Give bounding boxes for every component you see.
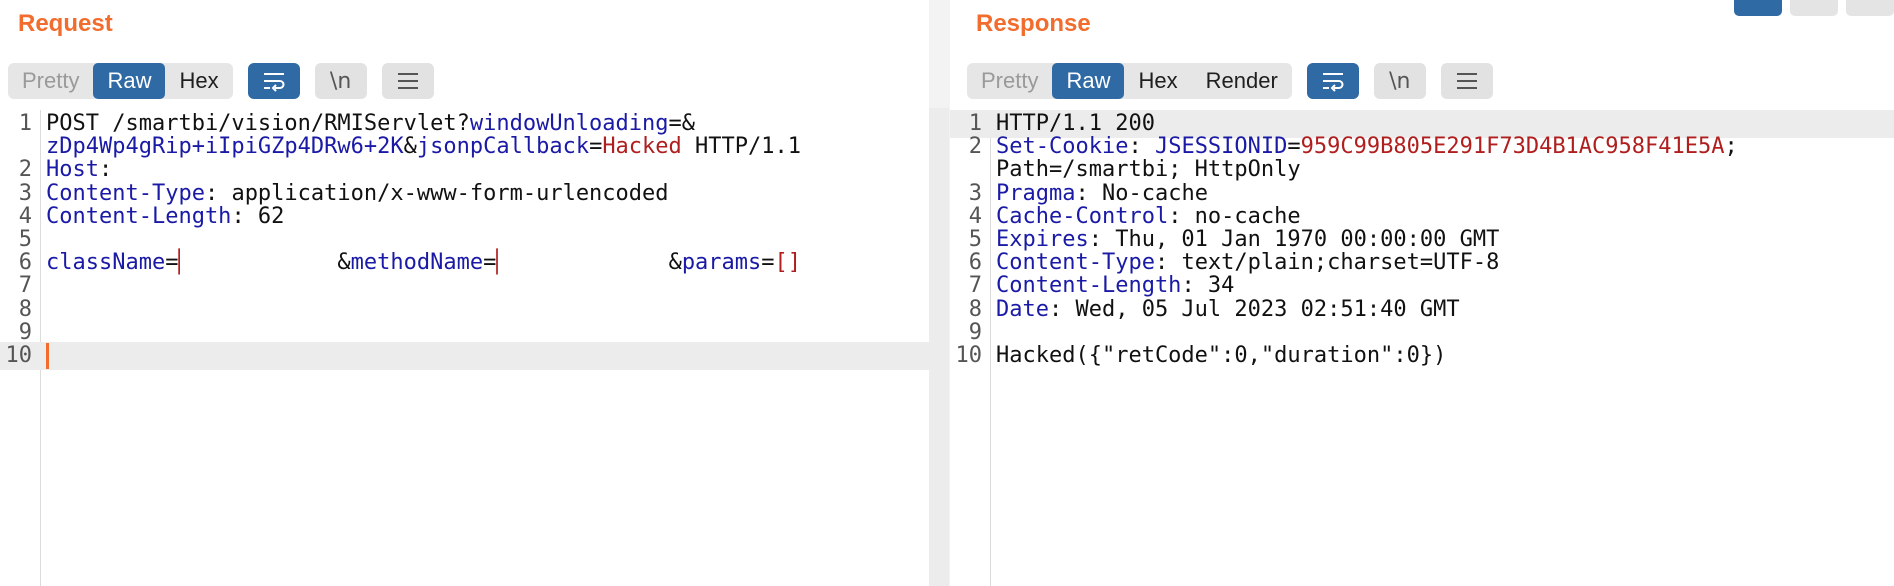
code-line: 10 Hacked({"retCode":0,"duration":0}): [950, 342, 1894, 370]
response-mode-tabs: Pretty Raw Hex Render: [967, 63, 1292, 99]
tab-pretty[interactable]: Pretty: [967, 63, 1052, 99]
line-number: 10: [955, 343, 983, 368]
show-newlines-button[interactable]: \n: [314, 63, 367, 99]
wrap-lines-button[interactable]: [1306, 63, 1359, 99]
tab-raw[interactable]: Raw: [1052, 63, 1125, 99]
response-toolbar: Pretty Raw Hex Render \n: [967, 63, 1493, 99]
layout-toggles: [1726, 0, 1894, 16]
split-horizontal-icon[interactable]: [1734, 0, 1782, 16]
tab-raw[interactable]: Raw: [93, 63, 166, 99]
split-vertical-icon[interactable]: [1790, 0, 1838, 16]
tab-render[interactable]: Render: [1192, 63, 1292, 99]
request-editor[interactable]: 1 POST /smartbi/vision/RMIServlet?windowU…: [0, 110, 929, 586]
code-line: 10: [0, 342, 929, 370]
request-toolbar: Pretty Raw Hex \n: [8, 63, 434, 99]
single-pane-icon[interactable]: [1846, 0, 1894, 16]
menu-button[interactable]: [381, 63, 434, 99]
tab-hex[interactable]: Hex: [1124, 63, 1191, 99]
line-text: [46, 342, 929, 370]
line-text: Hacked({"retCode":0,"duration":0}): [996, 342, 1894, 370]
tab-pretty[interactable]: Pretty: [8, 63, 93, 99]
show-newlines-button[interactable]: \n: [1373, 63, 1426, 99]
request-title: Request: [18, 10, 113, 37]
wrap-lines-icon: [263, 73, 285, 92]
request-pane: Request Pretty Raw Hex \n 1 POST /smartbi…: [0, 0, 929, 586]
request-mode-tabs: Pretty Raw Hex: [8, 63, 233, 99]
text-caret: [46, 343, 49, 369]
menu-icon: [397, 73, 418, 89]
pane-divider[interactable]: [929, 0, 950, 586]
menu-button[interactable]: [1440, 63, 1493, 99]
response-pane: Response Pretty Raw Hex Render \n 1 HTTP/…: [950, 0, 1894, 586]
wrap-lines-button[interactable]: [247, 63, 300, 99]
menu-icon: [1456, 73, 1477, 89]
tab-hex[interactable]: Hex: [165, 63, 232, 99]
token-text: Hacked({"retCode":0,"duration":0}): [996, 343, 1447, 368]
wrap-lines-icon: [1322, 73, 1344, 92]
response-editor[interactable]: 1 HTTP/1.1 200 2 Set-Cookie: JSESSIONID=959…: [950, 110, 1894, 586]
response-title: Response: [976, 10, 1091, 37]
line-number: 10: [5, 343, 33, 368]
